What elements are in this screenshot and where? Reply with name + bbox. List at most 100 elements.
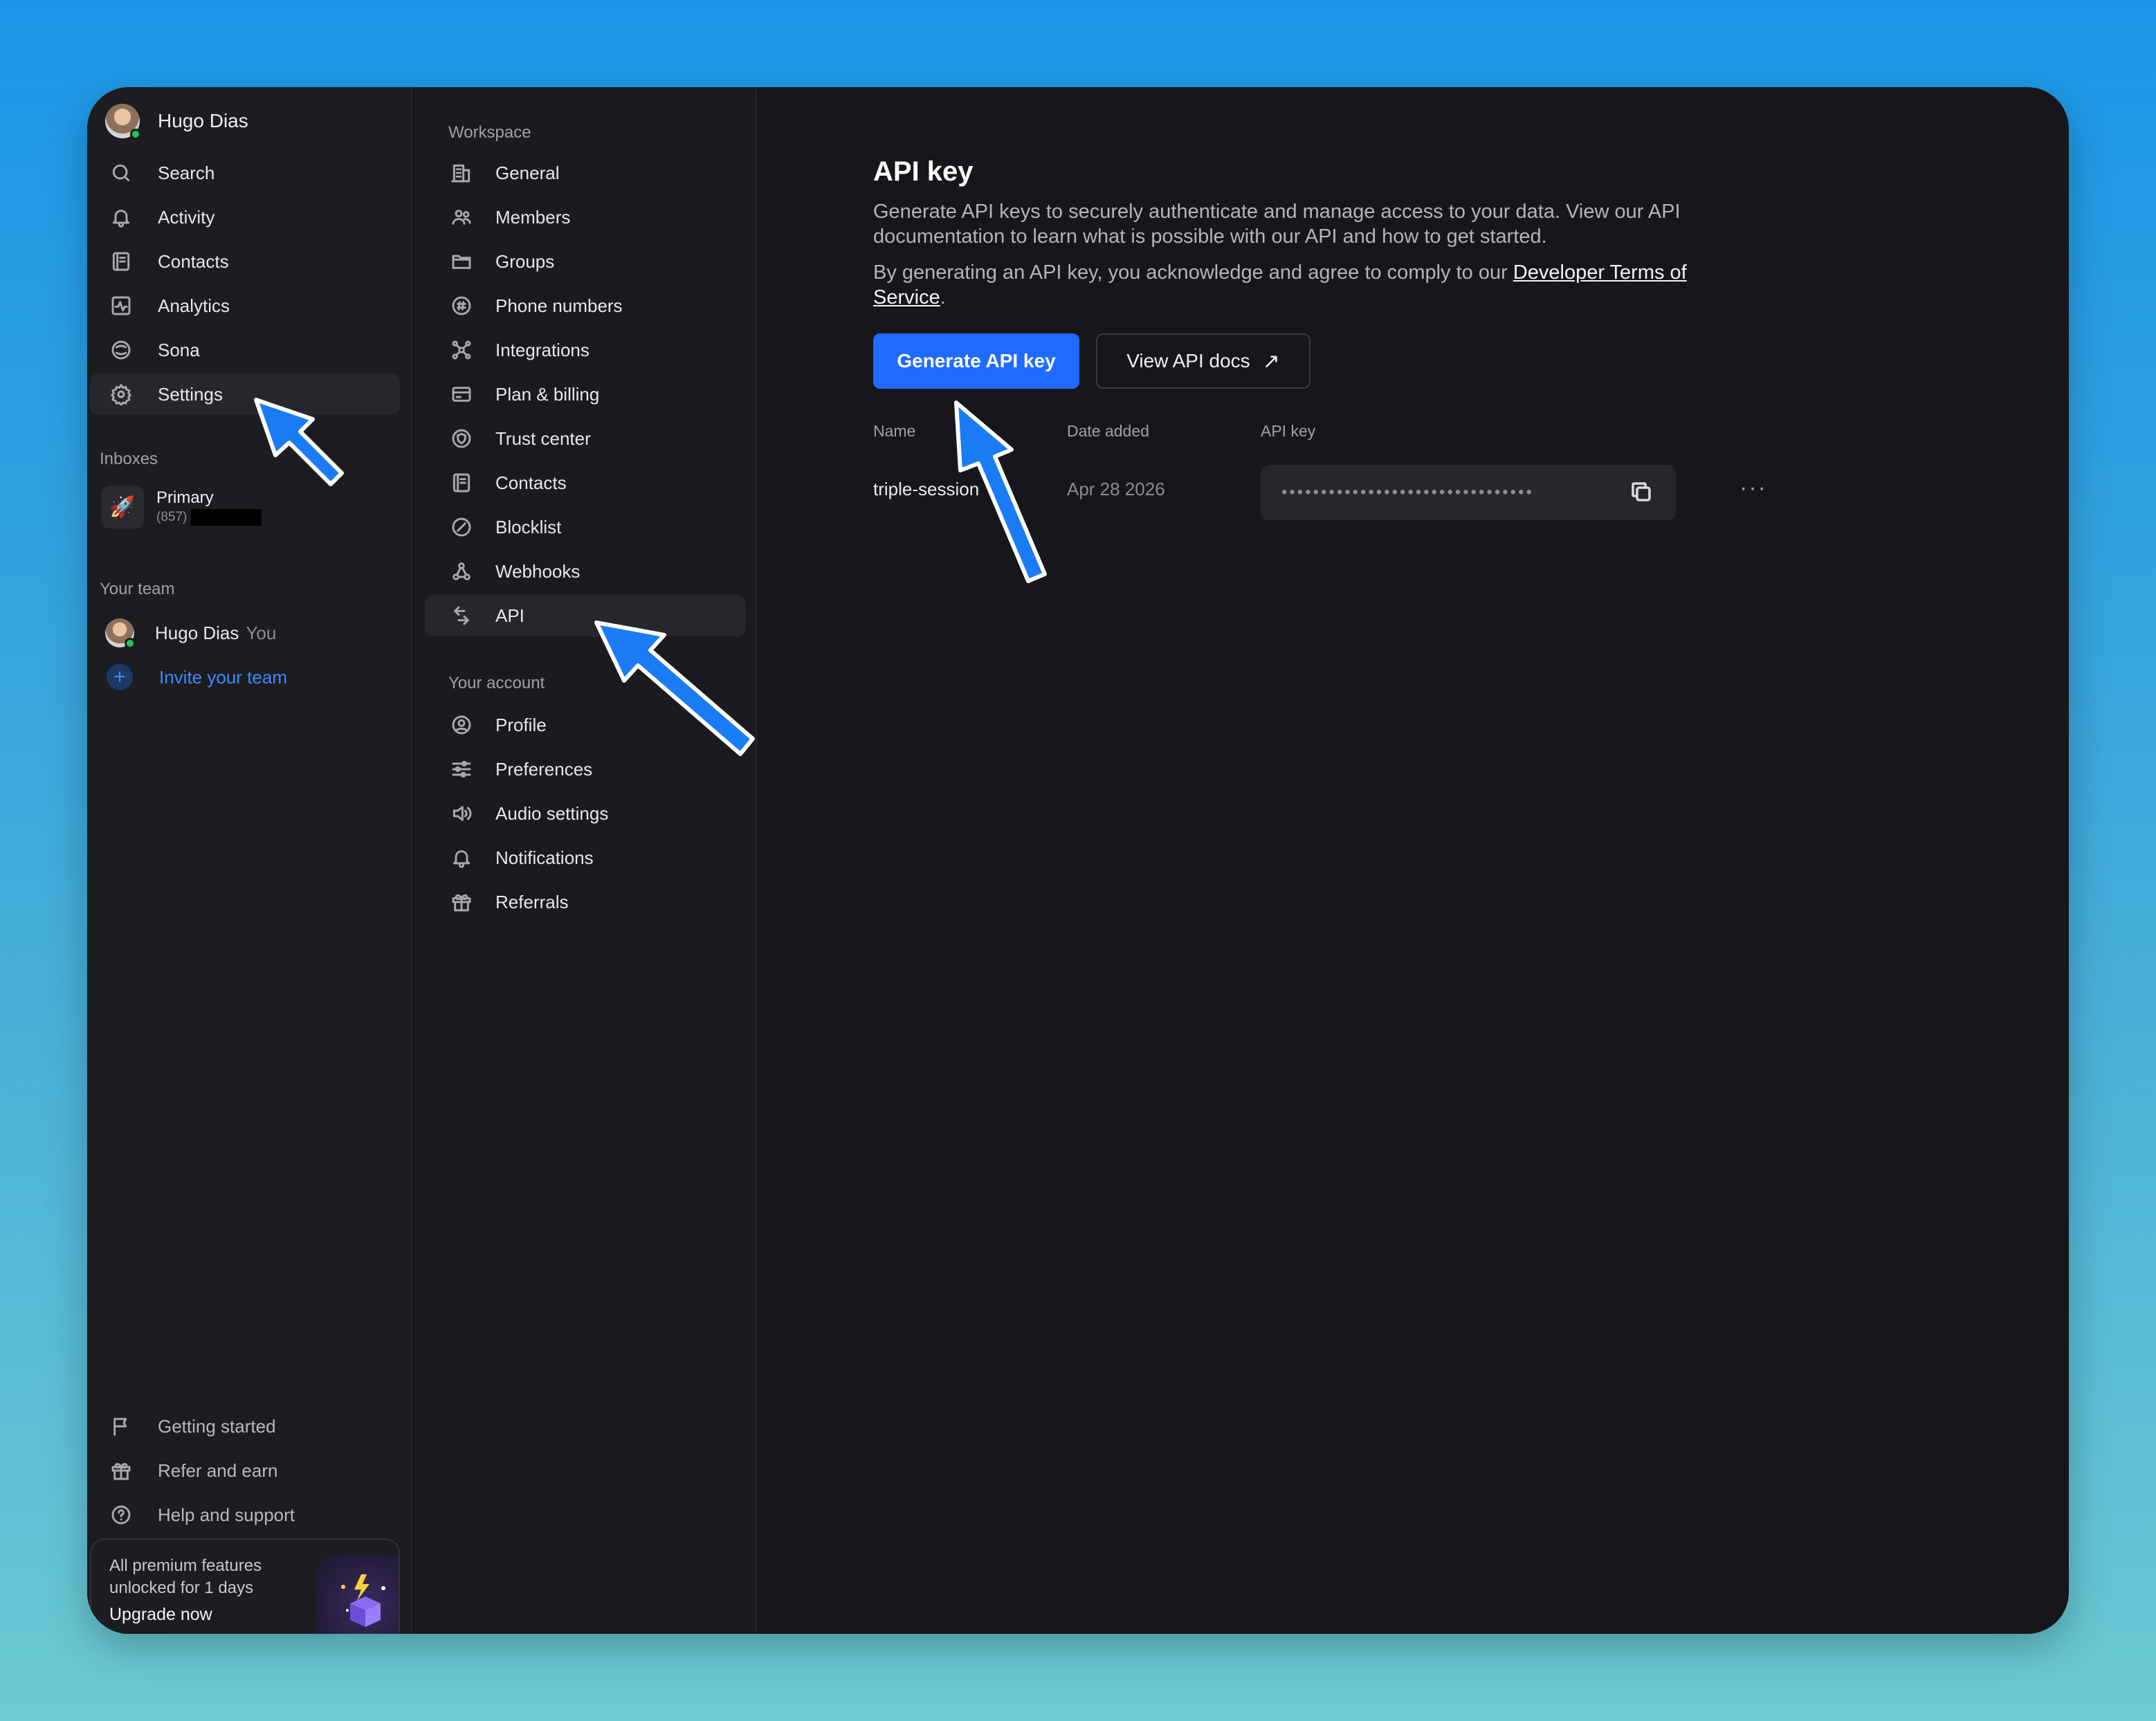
user-menu[interactable]: Hugo Dias	[105, 100, 248, 142]
sidebar-item-label: Analytics	[158, 295, 230, 316]
inboxes-heading: Inboxes	[100, 450, 158, 468]
flag-icon	[108, 1413, 134, 1439]
shield-icon	[448, 425, 475, 452]
settings-item-label: Webhooks	[495, 560, 581, 582]
bell-icon	[448, 845, 475, 871]
settings-item-contacts[interactable]: Contacts	[425, 462, 746, 504]
api-key-field[interactable]: ••••••••••••••••••••••••••••••••	[1261, 465, 1676, 520]
invite-label: Invite your team	[159, 666, 287, 688]
settings-item-api[interactable]: API	[425, 595, 746, 636]
sidebar-item-label: Search	[158, 162, 215, 183]
masked-api-key: ••••••••••••••••••••••••••••••••	[1281, 483, 1534, 501]
sidebar-item-help[interactable]: Help and support	[90, 1494, 400, 1536]
settings-item-blocklist[interactable]: Blocklist	[425, 506, 746, 548]
team-member-name: Hugo Dias	[155, 622, 239, 643]
sliders-icon	[448, 756, 475, 782]
generate-api-key-label: Generate API key	[897, 350, 1056, 371]
column-header-name: Name	[873, 422, 916, 440]
settings-item-plan-billing[interactable]: Plan & billing	[425, 374, 746, 415]
analytics-icon	[108, 293, 134, 319]
settings-item-notifications[interactable]: Notifications	[425, 837, 746, 878]
settings-item-label: Notifications	[495, 847, 594, 868]
folder-icon	[448, 248, 475, 275]
members-icon	[448, 204, 475, 230]
settings-item-label: API	[495, 605, 524, 626]
block-icon	[448, 514, 475, 540]
settings-item-label: Preferences	[495, 758, 593, 780]
sidebar-item-label: Settings	[158, 383, 223, 405]
building-icon	[448, 160, 475, 186]
sidebar-item-sona[interactable]: Sona	[90, 329, 400, 371]
generate-api-key-button[interactable]: Generate API key	[873, 333, 1079, 389]
settings-item-label: Phone numbers	[495, 295, 623, 316]
sidebar-item-label: Sona	[158, 339, 200, 360]
search-icon	[108, 160, 134, 186]
settings-item-referrals[interactable]: Referrals	[425, 881, 746, 923]
external-link-icon: ↗	[1262, 349, 1280, 373]
speaker-icon	[448, 800, 475, 827]
plus-icon: +	[107, 664, 133, 690]
gear-icon	[108, 381, 134, 407]
settings-item-general[interactable]: General	[425, 152, 746, 194]
inbox-primary[interactable]: 🚀 Primary (857)	[101, 486, 262, 528]
settings-item-label: General	[495, 162, 560, 183]
upgrade-card[interactable]: All premium features unlocked for 1 days…	[90, 1538, 400, 1634]
sidebar-item-label: Contacts	[158, 250, 229, 272]
settings-item-webhooks[interactable]: Webhooks	[425, 551, 746, 592]
settings-item-preferences[interactable]: Preferences	[425, 748, 746, 790]
settings-item-groups[interactable]: Groups	[425, 241, 746, 282]
settings-item-integrations[interactable]: Integrations	[425, 329, 746, 371]
more-options-button[interactable]: ···	[1739, 475, 1767, 501]
settings-item-profile[interactable]: Profile	[425, 704, 746, 746]
view-api-docs-button[interactable]: View API docs ↗	[1096, 333, 1310, 389]
sidebar-item-contacts[interactable]: Contacts	[90, 241, 400, 282]
sidebar-item-activity[interactable]: Activity	[90, 196, 400, 238]
integrations-icon	[448, 337, 475, 363]
user-name: Hugo Dias	[158, 110, 248, 131]
main-nav: Search Activity Contacts Analytics Sona …	[87, 152, 412, 418]
page-description: Generate API keys to securely authentica…	[873, 201, 1681, 248]
sidebar-item-label: Refer and earn	[158, 1460, 278, 1481]
settings-item-trust-center[interactable]: Trust center	[425, 418, 746, 459]
settings-item-phone-numbers[interactable]: Phone numbers	[425, 285, 746, 326]
invite-team-link[interactable]: + Invite your team	[107, 664, 287, 690]
team-heading: Your team	[100, 580, 175, 598]
settings-item-audio[interactable]: Audio settings	[425, 793, 746, 834]
column-header-api-key: API key	[1261, 422, 1316, 440]
settings-nav: Workspace General Members Groups Phone n…	[414, 87, 757, 1634]
sidebar-item-label: Getting started	[158, 1415, 276, 1437]
sona-icon	[108, 337, 134, 363]
page-title: API key	[873, 156, 974, 187]
team-member-row[interactable]: Hugo Dias You	[105, 618, 277, 649]
sidebar-item-refer[interactable]: Refer and earn	[90, 1450, 400, 1491]
copy-icon[interactable]	[1629, 479, 1655, 506]
settings-item-label: Contacts	[495, 472, 567, 493]
settings-item-members[interactable]: Members	[425, 196, 746, 238]
bottom-nav: Getting started Refer and earn Help and …	[87, 1406, 412, 1538]
settings-item-label: Referrals	[495, 891, 569, 912]
account-heading: Your account	[448, 674, 545, 692]
gift-icon	[448, 889, 475, 915]
api-key-panel: API key Generate API keys to securely au…	[758, 87, 2069, 1634]
app-window: Hugo Dias Search Activity Contacts Analy…	[87, 87, 2069, 1634]
avatar	[105, 618, 136, 649]
upgrade-text: All premium features unlocked for 1 days	[109, 1556, 262, 1597]
view-api-docs-label: View API docs	[1126, 350, 1250, 371]
sidebar: Hugo Dias Search Activity Contacts Analy…	[87, 87, 412, 1634]
settings-item-label: Groups	[495, 250, 555, 272]
sidebar-item-search[interactable]: Search	[90, 152, 400, 194]
online-status-dot	[125, 638, 136, 649]
hash-icon	[448, 293, 475, 319]
column-header-date: Date added	[1067, 422, 1149, 440]
terms-prefix: By generating an API key, you acknowledg…	[873, 261, 1513, 284]
sidebar-item-label: Help and support	[158, 1504, 295, 1525]
sidebar-item-settings[interactable]: Settings	[90, 374, 400, 415]
settings-item-label: Audio settings	[495, 802, 609, 824]
sidebar-item-analytics[interactable]: Analytics	[90, 285, 400, 326]
sidebar-item-label: Activity	[158, 206, 215, 228]
settings-item-label: Blocklist	[495, 516, 562, 537]
settings-item-label: Plan & billing	[495, 383, 600, 405]
you-tag: You	[246, 622, 277, 643]
sidebar-item-getting-started[interactable]: Getting started	[90, 1406, 400, 1447]
contacts-book-icon	[108, 248, 134, 275]
